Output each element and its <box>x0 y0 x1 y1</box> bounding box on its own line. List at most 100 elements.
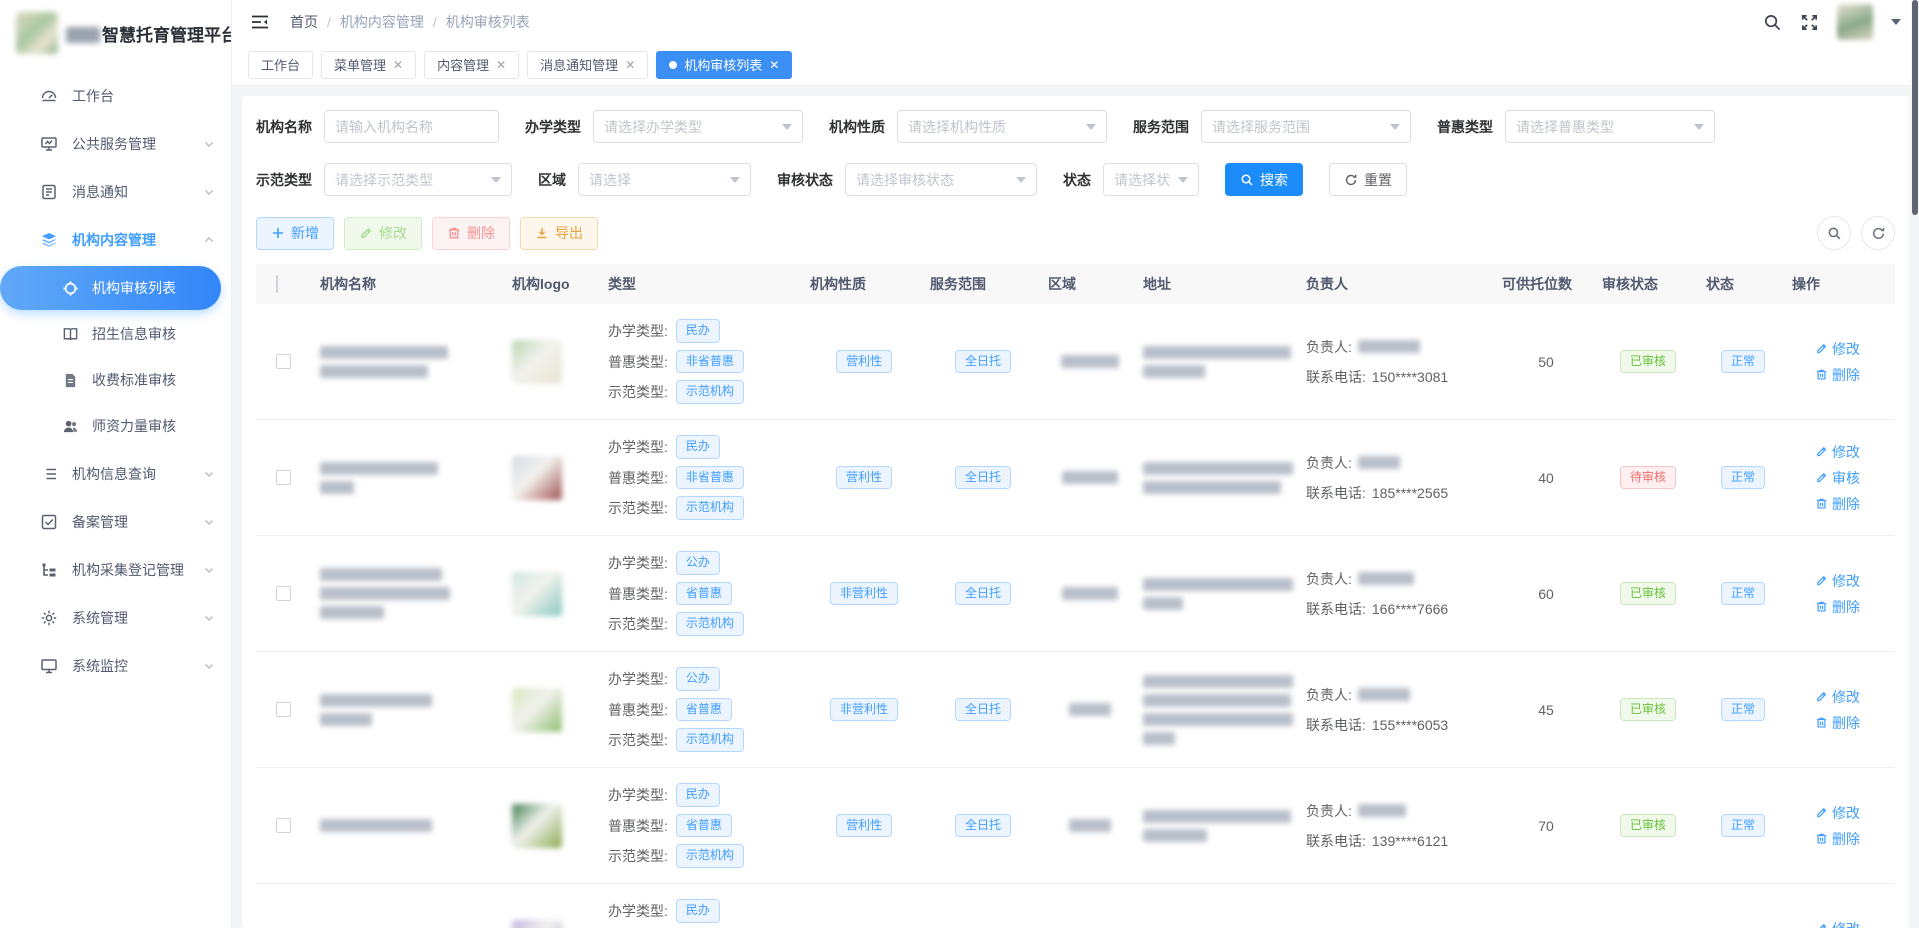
filter-select-办学类型[interactable]: 请选择办学类型 <box>593 110 803 143</box>
school-type-tag: 民办 <box>676 783 720 807</box>
tab-机构审核列表[interactable]: 机构审核列表✕ <box>656 51 792 79</box>
service-tag: 全日托 <box>955 466 1011 490</box>
type-cell: 办学类型:公办普惠类型:省普惠示范类型:示范机构 <box>602 543 804 644</box>
filter-input-机构名称[interactable]: 请输入机构名称 <box>324 110 499 143</box>
menu-fold-icon[interactable] <box>250 12 270 32</box>
sidebar-item-系统监控[interactable]: 系统监控 <box>0 642 231 690</box>
row-checkbox[interactable] <box>276 470 291 485</box>
action-删除[interactable]: 删除 <box>1815 365 1860 385</box>
tab-菜单管理[interactable]: 菜单管理✕ <box>321 51 416 79</box>
fullscreen-icon[interactable] <box>1800 13 1819 32</box>
row-checkbox[interactable] <box>276 818 291 833</box>
search-icon[interactable] <box>1763 13 1782 32</box>
type-line-school: 办学类型:公办 <box>608 551 744 575</box>
delete-button[interactable]: 删除 <box>432 217 510 250</box>
breadcrumb-item[interactable]: 首页 <box>290 12 318 32</box>
status-tag: 正常 <box>1721 698 1765 722</box>
tab-close-icon[interactable]: ✕ <box>625 59 635 71</box>
tab-close-icon[interactable]: ✕ <box>496 59 506 71</box>
action-修改[interactable]: 修改 <box>1815 442 1860 462</box>
user-avatar[interactable] <box>1837 4 1873 40</box>
action-删除[interactable]: 删除 <box>1815 597 1860 617</box>
select-caret-icon <box>1086 124 1096 130</box>
table-refresh-button[interactable] <box>1861 216 1895 250</box>
type-line-school: 办学类型:公办 <box>608 667 744 691</box>
capacity-cell: 60 <box>1496 578 1596 610</box>
scrollbar-thumb[interactable] <box>1912 0 1918 215</box>
status-tag: 正常 <box>1721 466 1765 490</box>
select-all-checkbox[interactable] <box>276 275 278 293</box>
add-button[interactable]: 新增 <box>256 217 334 250</box>
search-button[interactable]: 搜索 <box>1225 163 1303 196</box>
filter-select-示范类型[interactable]: 请选择示范类型 <box>324 163 512 196</box>
filter-select-区域[interactable]: 请选择 <box>578 163 751 196</box>
sidebar-subitem-师资力量审核[interactable]: 师资力量审核 <box>0 404 221 448</box>
action-label: 删除 <box>1832 829 1860 849</box>
sidebar-subitem-机构审核列表[interactable]: 机构审核列表 <box>0 266 221 310</box>
sidebar-item-备案管理[interactable]: 备案管理 <box>0 498 231 546</box>
service-cell: 全日托 <box>924 458 1042 498</box>
filter-select-机构性质[interactable]: 请选择机构性质 <box>897 110 1107 143</box>
user-caret-icon[interactable] <box>1891 19 1901 25</box>
type-line-demo: 示范类型:示范机构 <box>608 380 744 404</box>
action-修改[interactable]: 修改 <box>1815 919 1860 928</box>
sidebar-item-系统管理[interactable]: 系统管理 <box>0 594 231 642</box>
tab-消息通知管理[interactable]: 消息通知管理✕ <box>527 51 648 79</box>
row-checkbox[interactable] <box>276 354 291 369</box>
action-修改[interactable]: 修改 <box>1815 803 1860 823</box>
row-select-cell <box>256 578 314 609</box>
filter-select-状态[interactable]: 请选择状态 <box>1103 163 1199 196</box>
trash-icon <box>1815 600 1828 613</box>
actions-cell: 修改审核删除 <box>1786 431 1895 525</box>
select-caret-icon <box>1390 124 1400 130</box>
export-button[interactable]: 导出 <box>520 217 598 250</box>
row-checkbox[interactable] <box>276 586 291 601</box>
manager-lines: 负责人:联系电话:150****3081 <box>1306 337 1448 387</box>
select-placeholder: 请选择办学类型 <box>604 117 702 137</box>
sidebar-item-机构采集登记管理[interactable]: 机构采集登记管理 <box>0 546 231 594</box>
reset-button[interactable]: 重置 <box>1329 163 1407 196</box>
sidebar-item-label: 备案管理 <box>72 512 203 532</box>
filter-select-普惠类型[interactable]: 请选择普惠类型 <box>1505 110 1715 143</box>
sidebar-item-机构信息查询[interactable]: 机构信息查询 <box>0 450 231 498</box>
sidebar-subitem-招生信息审核[interactable]: 招生信息审核 <box>0 312 221 356</box>
org-logo-cell <box>506 332 602 392</box>
edit-button[interactable]: 修改 <box>344 217 422 250</box>
filter-select-服务范围[interactable]: 请选择服务范围 <box>1201 110 1411 143</box>
action-删除[interactable]: 删除 <box>1815 829 1860 849</box>
tab-内容管理[interactable]: 内容管理✕ <box>424 51 519 79</box>
action-审核[interactable]: 审核 <box>1815 468 1860 488</box>
sidebar-item-工作台[interactable]: 工作台 <box>0 72 231 120</box>
action-删除[interactable]: 删除 <box>1815 713 1860 733</box>
sidebar-item-机构内容管理[interactable]: 机构内容管理 <box>0 216 231 264</box>
tab-close-icon[interactable]: ✕ <box>769 59 779 71</box>
action-修改[interactable]: 修改 <box>1815 339 1860 359</box>
sidebar-item-公共服务管理[interactable]: 公共服务管理 <box>0 120 231 168</box>
org-logo-image <box>512 688 562 732</box>
sidebar-item-消息通知[interactable]: 消息通知 <box>0 168 231 216</box>
filter-select-审核状态[interactable]: 请选择审核状态 <box>845 163 1037 196</box>
action-修改[interactable]: 修改 <box>1815 687 1860 707</box>
check-icon <box>40 513 58 531</box>
page-scrollbar[interactable] <box>1911 0 1919 928</box>
breadcrumb-item[interactable]: 机构内容管理 <box>340 12 424 32</box>
filter-group-服务范围: 服务范围请选择服务范围 <box>1133 110 1411 143</box>
table-search-toggle-button[interactable] <box>1817 216 1851 250</box>
status-tag: 正常 <box>1721 582 1765 606</box>
table-row: 办学类型:公办普惠类型:省普惠示范类型:示范机构非营利性全日托负责人:联系电话:… <box>256 536 1895 652</box>
dashboard-icon <box>40 87 58 105</box>
breadcrumb-item[interactable]: 机构审核列表 <box>446 12 530 32</box>
tab-close-icon[interactable]: ✕ <box>393 59 403 71</box>
action-删除[interactable]: 删除 <box>1815 494 1860 514</box>
edit-icon <box>1815 445 1828 458</box>
sidebar-subitem-收费标准审核[interactable]: 收费标准审核 <box>0 358 221 402</box>
action-修改[interactable]: 修改 <box>1815 571 1860 591</box>
service-cell: 全日托 <box>924 342 1042 382</box>
manager-name-redacted <box>1358 456 1400 469</box>
row-checkbox[interactable] <box>276 702 291 717</box>
org-name-cell <box>314 338 506 386</box>
tab-工作台[interactable]: 工作台 <box>248 51 313 79</box>
type-label: 普惠类型: <box>608 816 668 836</box>
org-name-redacted <box>320 346 448 378</box>
column-header-可供托位数: 可供托位数 <box>1496 274 1596 294</box>
